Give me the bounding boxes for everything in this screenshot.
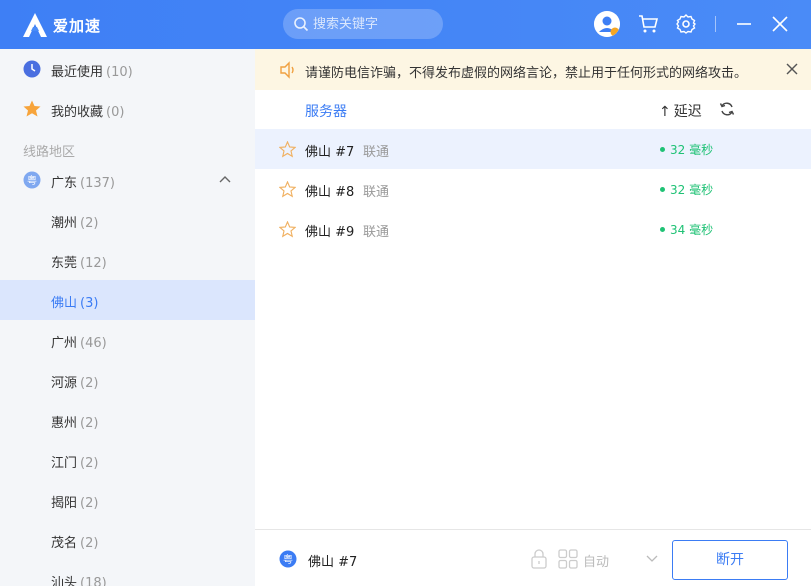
- latency-status-dot: [660, 187, 665, 192]
- sidebar-item-label: 河源: [51, 376, 78, 391]
- settings-gear-icon[interactable]: [674, 12, 698, 36]
- sidebar-item-city[interactable]: 惠州 (2): [0, 400, 255, 440]
- sidebar-item-city[interactable]: 揭阳 (2): [0, 480, 255, 520]
- notice-banner: 请谨防电信诈骗，不得发布虚假的网络言论，禁止用于任何形式的网络攻击。: [255, 49, 811, 90]
- server-latency: 32 毫秒: [670, 183, 714, 197]
- sidebar-item-label: 江门: [51, 456, 78, 471]
- column-header-latency[interactable]: ↑ 延迟: [659, 101, 702, 121]
- sidebar-item-city-selected[interactable]: 佛山 (3): [0, 280, 255, 320]
- star-icon: [23, 100, 41, 117]
- sidebar-item-count: (3): [80, 296, 99, 311]
- clock-icon: [23, 60, 41, 78]
- sidebar-item-label: 最近使用: [51, 65, 104, 80]
- sidebar-item-city[interactable]: 河源 (2): [0, 360, 255, 400]
- sidebar-item-recent[interactable]: 最近使用 (10): [0, 49, 255, 89]
- region-badge-icon: 粤: [23, 171, 41, 189]
- server-row[interactable]: 佛山 #9 联通 34 毫秒: [255, 209, 811, 249]
- sidebar-item-count: (2): [80, 216, 99, 231]
- server-name: 佛山 #9: [305, 225, 355, 240]
- server-isp: 联通: [363, 225, 390, 240]
- sidebar-item-city[interactable]: 茂名 (2): [0, 520, 255, 560]
- column-header-latency-label: 延迟: [673, 104, 702, 120]
- latency-status-dot: [660, 147, 665, 152]
- app-logo-icon: [23, 13, 47, 37]
- sort-arrow-icon: ↑: [659, 104, 671, 120]
- sidebar-item-count: (2): [80, 376, 99, 391]
- user-avatar-icon[interactable]: [594, 11, 620, 37]
- close-notice-icon[interactable]: [785, 62, 799, 76]
- refresh-icon[interactable]: [719, 101, 735, 117]
- sidebar-item-count: (0): [106, 105, 125, 120]
- current-server-name: 佛山 #7: [308, 555, 358, 570]
- mode-grid-icon[interactable]: [558, 549, 578, 569]
- sidebar-item-label: 茂名: [51, 536, 78, 551]
- sidebar-item-city[interactable]: 潮州 (2): [0, 200, 255, 240]
- sidebar-item-city[interactable]: 江门 (2): [0, 440, 255, 480]
- sidebar-item-count: (46): [80, 336, 107, 351]
- server-isp: 联通: [363, 185, 390, 200]
- section-title-regions: 线路地区: [23, 145, 76, 160]
- sidebar-item-label: 惠州: [51, 416, 78, 431]
- sidebar-item-label: 东莞: [51, 256, 78, 271]
- svg-text:粤: 粤: [27, 174, 37, 187]
- favorite-star-icon[interactable]: [279, 221, 296, 238]
- main-panel: 请谨防电信诈骗，不得发布虚假的网络言论，禁止用于任何形式的网络攻击。 服务器 ↑…: [255, 49, 811, 586]
- chevron-down-icon[interactable]: [646, 554, 658, 564]
- sidebar-item-label: 潮州: [51, 216, 78, 231]
- lock-icon[interactable]: [530, 549, 548, 569]
- server-row[interactable]: 佛山 #7 联通 32 毫秒: [255, 129, 811, 169]
- sidebar-item-label: 广东: [51, 176, 78, 191]
- sidebar-item-city[interactable]: 汕头 (18): [0, 560, 255, 586]
- sidebar-item-count: (2): [80, 456, 99, 471]
- sidebar-item-label: 广州: [51, 336, 78, 351]
- search-input[interactable]: [313, 14, 433, 34]
- sidebar: 最近使用 (10) 我的收藏 (0) 线路地区 粤 广东 (137) 潮州 (2) 东莞…: [0, 49, 255, 586]
- connection-bar: 粤 佛山 #7 自动 断开: [255, 529, 811, 586]
- favorite-star-icon[interactable]: [279, 141, 296, 158]
- search-box[interactable]: [283, 9, 443, 39]
- title-bar-divider: [715, 16, 716, 32]
- search-icon: [294, 17, 309, 32]
- column-header-server[interactable]: 服务器: [305, 101, 347, 121]
- server-name: 佛山 #8: [305, 185, 355, 200]
- sidebar-item-label: 汕头: [51, 576, 78, 586]
- server-name: 佛山 #7: [305, 145, 355, 160]
- server-row[interactable]: 佛山 #8 联通 32 毫秒: [255, 169, 811, 209]
- server-latency: 32 毫秒: [670, 143, 714, 157]
- app-title: 爱加速: [53, 17, 102, 35]
- disconnect-button[interactable]: 断开: [672, 540, 788, 580]
- notice-text: 请谨防电信诈骗，不得发布虚假的网络言论，禁止用于任何形式的网络攻击。: [305, 66, 748, 81]
- minimize-icon[interactable]: [732, 12, 756, 36]
- sidebar-item-count: (137): [80, 176, 115, 191]
- sidebar-item-city[interactable]: 东莞 (12): [0, 240, 255, 280]
- mode-select-value[interactable]: 自动: [583, 551, 609, 570]
- server-isp: 联通: [363, 145, 390, 160]
- chevron-up-icon[interactable]: [218, 173, 232, 187]
- server-latency: 34 毫秒: [670, 223, 714, 237]
- sidebar-item-city[interactable]: 广州 (46): [0, 320, 255, 360]
- title-bar: 爱加速: [0, 0, 811, 49]
- svg-text:粤: 粤: [283, 553, 293, 566]
- sidebar-item-count: (10): [106, 65, 133, 80]
- sidebar-item-label: 我的收藏: [51, 105, 104, 120]
- speaker-icon: [280, 61, 294, 79]
- sidebar-item-favorites[interactable]: 我的收藏 (0): [0, 89, 255, 129]
- latency-status-dot: [660, 227, 665, 232]
- sidebar-item-count: (2): [80, 416, 99, 431]
- sidebar-item-province[interactable]: 粤 广东 (137): [0, 160, 255, 200]
- favorite-star-icon[interactable]: [279, 181, 296, 198]
- sidebar-item-count: (2): [80, 536, 99, 551]
- sidebar-item-count: (12): [80, 256, 107, 271]
- sidebar-item-count: (2): [80, 496, 99, 511]
- sidebar-item-label: 佛山: [51, 296, 78, 311]
- sidebar-item-count: (18): [80, 576, 107, 586]
- region-badge-icon: 粤: [279, 550, 297, 568]
- sidebar-item-label: 揭阳: [51, 496, 78, 511]
- close-window-icon[interactable]: [768, 12, 792, 36]
- cart-icon[interactable]: [636, 12, 660, 36]
